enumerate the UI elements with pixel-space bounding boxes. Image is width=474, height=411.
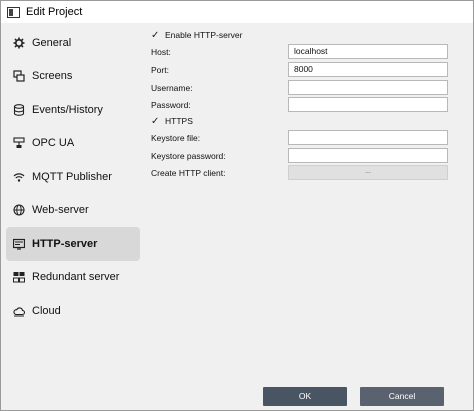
sidebar-item-general[interactable]: General — [6, 26, 140, 60]
password-input[interactable] — [288, 97, 448, 112]
keystore-file-input[interactable] — [288, 130, 448, 145]
sidebar-item-opc-ua[interactable]: OPC UA — [6, 127, 140, 161]
globe-icon — [12, 203, 26, 217]
https-checkbox[interactable]: ✓ HTTPS — [151, 113, 451, 129]
sidebar-item-label: Events/History — [32, 103, 103, 116]
port-label: Port: — [151, 65, 169, 75]
sidebar-item-redundant-server[interactable]: Redundant server — [6, 261, 140, 295]
window-title: Edit Project — [26, 6, 83, 18]
keystore-password-input[interactable] — [288, 148, 448, 163]
edit-project-window: Edit Project General Screens Events/Hist… — [0, 0, 474, 411]
sidebar-item-label: Web-server — [32, 204, 89, 217]
host-input[interactable]: localhost — [288, 44, 448, 59]
sidebar-item-http-server[interactable]: HTTP-server — [6, 227, 140, 261]
cloud-icon — [12, 304, 26, 318]
title-bar: Edit Project — [1, 1, 473, 23]
ok-button[interactable]: OK — [263, 387, 347, 406]
sidebar-item-label: OPC UA — [32, 137, 75, 150]
sidebar-item-screens[interactable]: Screens — [6, 60, 140, 94]
sidebar-item-label: HTTP-server — [32, 237, 98, 250]
settings-sidebar: General Screens Events/History OPC UA MQ… — [6, 26, 140, 328]
sidebar-item-label: Cloud — [32, 304, 61, 317]
sidebar-item-mqtt-publisher[interactable]: MQTT Publisher — [6, 160, 140, 194]
keystore-password-label: Keystore password: — [151, 151, 226, 161]
sidebar-item-label: General — [32, 36, 72, 49]
screens-icon — [12, 69, 26, 83]
sidebar-item-label: Screens — [32, 70, 73, 83]
https-label: HTTPS — [165, 116, 193, 126]
sidebar-item-cloud[interactable]: Cloud — [6, 294, 140, 328]
enable-http-server-checkbox[interactable]: ✓ Enable HTTP-server — [151, 27, 451, 43]
wifi-icon — [12, 170, 26, 184]
port-input[interactable]: 8000 — [288, 62, 448, 77]
database-icon — [12, 103, 26, 117]
sidebar-item-web-server[interactable]: Web-server — [6, 194, 140, 228]
username-label: Username: — [151, 83, 193, 93]
host-label: Host: — [151, 47, 171, 57]
gear-icon — [12, 36, 26, 50]
sidebar-item-label: MQTT Publisher — [32, 170, 112, 183]
app-window-icon — [7, 6, 20, 18]
create-http-client-label: Create HTTP client: — [151, 168, 226, 178]
sidebar-item-events-history[interactable]: Events/History — [6, 93, 140, 127]
sidebar-item-label: Redundant server — [32, 271, 120, 284]
keystore-file-label: Keystore file: — [151, 133, 201, 143]
checkmark-icon: ✓ — [151, 29, 160, 41]
checkmark-icon: ✓ — [151, 115, 160, 127]
create-http-client-button[interactable]: ... — [288, 165, 448, 180]
cancel-button[interactable]: Cancel — [360, 387, 444, 406]
opc-ua-icon — [12, 136, 26, 150]
http-server-icon — [12, 237, 26, 251]
password-label: Password: — [151, 100, 191, 110]
enable-http-server-label: Enable HTTP-server — [165, 30, 243, 40]
username-input[interactable] — [288, 80, 448, 95]
redundant-server-icon — [12, 270, 26, 284]
dialog-content: General Screens Events/History OPC UA MQ… — [1, 23, 473, 410]
